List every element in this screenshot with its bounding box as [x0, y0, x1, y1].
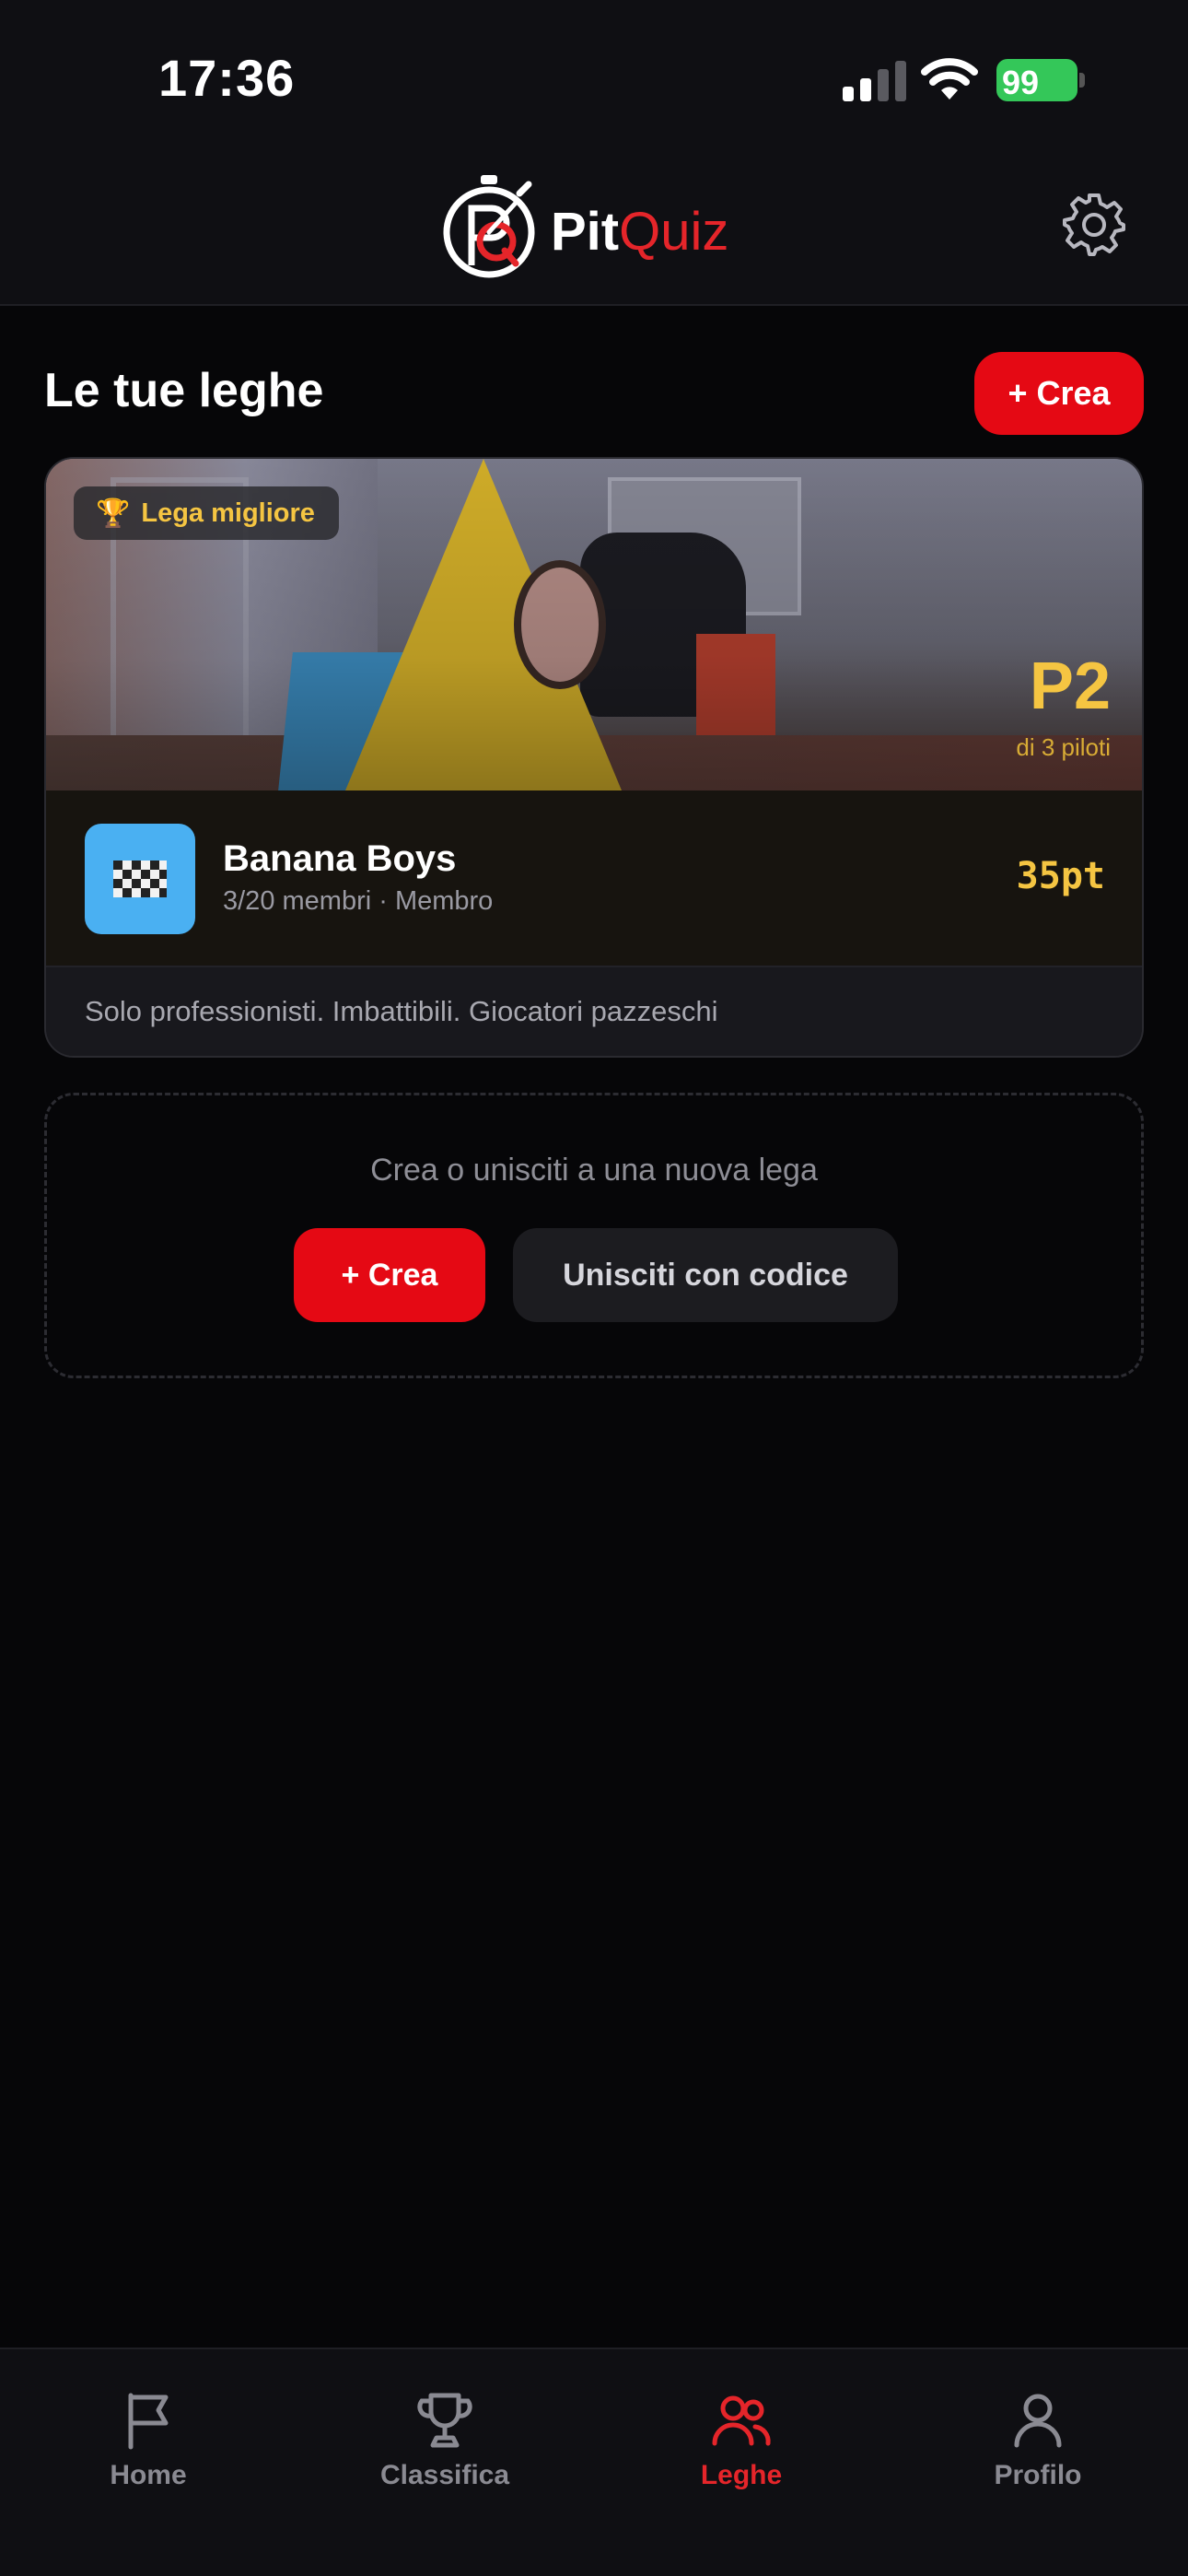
- tab-leghe[interactable]: Leghe: [593, 2349, 890, 2524]
- user-icon: [1014, 2394, 1062, 2448]
- tab-profilo[interactable]: Profilo: [890, 2349, 1186, 2524]
- create-or-join-panel: Crea o unisciti a una nuova lega + Crea …: [44, 1093, 1144, 1378]
- users-icon: [712, 2395, 771, 2446]
- trophy-icon: 🏆: [96, 498, 131, 529]
- stopwatch-logo-icon: [443, 175, 535, 278]
- league-points: 35pt: [1016, 855, 1105, 897]
- app-name: PitQuiz: [551, 201, 728, 263]
- tab-home[interactable]: Home: [0, 2349, 297, 2524]
- league-card[interactable]: 🏆 Lega migliore P2 di 3 piloti Banana Bo…: [44, 457, 1144, 1058]
- cellular-signal-icon: [843, 61, 906, 101]
- league-avatar: [85, 824, 195, 934]
- league-description: Solo professionisti. Imbattibili. Giocat…: [46, 966, 1142, 1056]
- join-with-code-button[interactable]: Unisciti con codice: [513, 1228, 898, 1322]
- checkered-flag-icon: [113, 861, 167, 897]
- tab-classifica[interactable]: Classifica: [297, 2349, 593, 2524]
- app-logo: PitQuiz: [438, 173, 751, 280]
- tab-leghe-label: Leghe: [700, 2460, 783, 2490]
- page-title: Le tue leghe: [44, 364, 324, 417]
- create-league-button[interactable]: + Crea: [974, 352, 1144, 435]
- league-position: P2: [1029, 650, 1111, 723]
- league-description-text: Solo professionisti. Imbattibili. Giocat…: [85, 995, 718, 1027]
- create-or-join-text: Crea o unisciti a una nuova lega: [370, 1153, 818, 1188]
- tab-home-label: Home: [110, 2460, 187, 2490]
- battery-icon: 99: [996, 59, 1085, 101]
- wifi-icon: [921, 58, 978, 100]
- tab-profilo-label: Profilo: [994, 2460, 1082, 2490]
- status-bar: 17:36 99: [0, 0, 1188, 147]
- league-cover-image: 🏆 Lega migliore P2 di 3 piloti: [46, 459, 1142, 790]
- best-league-badge: 🏆 Lega migliore: [74, 486, 339, 540]
- app-header: PitQuiz: [0, 147, 1188, 306]
- tab-classifica-label: Classifica: [379, 2460, 510, 2490]
- trophy-icon: [417, 2393, 472, 2448]
- league-name: Banana Boys: [223, 838, 457, 879]
- settings-gear-icon[interactable]: [1061, 192, 1127, 258]
- league-members: 3/20 membri · Membro: [223, 886, 494, 916]
- leagues-screen: 17:36 99 PitQuiz Le tue leghe + Crea 🏆 L…: [0, 0, 1188, 2576]
- create-league-secondary-button[interactable]: + Crea: [294, 1228, 485, 1322]
- battery-percentage: 99: [1002, 64, 1040, 101]
- best-league-label: Lega migliore: [141, 498, 315, 528]
- league-info-row: Banana Boys 3/20 membri · Membro 35pt: [46, 790, 1142, 966]
- bottom-tab-bar: Home Classifica Leghe Profilo: [0, 2348, 1188, 2576]
- status-time: 17:36: [158, 49, 296, 107]
- flag-icon: [128, 2393, 169, 2450]
- league-position-subtitle: di 3 piloti: [1016, 733, 1111, 761]
- app-name-pit: Pit: [551, 202, 620, 262]
- app-name-quiz: Quiz: [619, 202, 729, 262]
